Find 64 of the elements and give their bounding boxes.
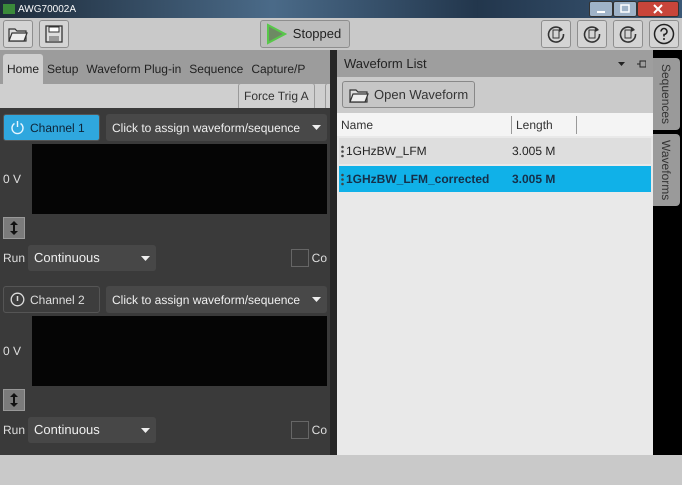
voltage-label: 0 V xyxy=(3,171,22,188)
waveform-length: 3.005 M xyxy=(512,171,556,188)
app-icon xyxy=(3,4,15,14)
column-header[interactable]: Length xyxy=(512,116,577,134)
help-icon xyxy=(653,23,675,45)
floppy-icon xyxy=(45,25,63,43)
checkbox-label: Co xyxy=(312,250,327,267)
run-button[interactable]: Stopped xyxy=(260,20,350,48)
up-down-arrow-icon xyxy=(10,221,18,235)
window-title: AWG70002A xyxy=(18,2,76,16)
up-down-arrow-icon xyxy=(10,393,18,407)
caret-icon xyxy=(312,297,321,302)
tab[interactable]: Sequence xyxy=(185,54,248,84)
toolbar-button[interactable] xyxy=(613,20,643,48)
run-label: Run xyxy=(3,250,26,267)
play-icon xyxy=(264,23,287,45)
tab[interactable]: Waveform Plug-in xyxy=(82,54,186,84)
caret-icon xyxy=(141,428,150,432)
assign-dropdown[interactable]: Click to assign waveform/sequence xyxy=(106,114,327,141)
caret-icon xyxy=(141,256,150,260)
power-icon xyxy=(10,292,25,307)
channel-button[interactable]: Channel 2 xyxy=(3,286,100,313)
folder-icon xyxy=(349,86,369,102)
checkbox[interactable] xyxy=(290,421,309,439)
run-mode-dropdown[interactable]: Continuous xyxy=(28,245,156,271)
tab[interactable]: Home xyxy=(3,54,44,84)
assign-dropdown[interactable]: Click to assign waveform/sequence xyxy=(106,286,327,313)
side-tab[interactable]: Waveforms xyxy=(653,134,680,206)
power-icon xyxy=(10,120,25,135)
save-button[interactable] xyxy=(39,20,69,48)
vertical-adjust-button[interactable] xyxy=(3,389,25,411)
side-tab[interactable]: Sequences xyxy=(653,58,680,130)
close-icon[interactable] xyxy=(637,1,679,17)
maximize-icon[interactable] xyxy=(613,1,637,17)
toolbar-button[interactable] xyxy=(577,20,607,48)
tab[interactable]: Setup xyxy=(43,54,82,84)
run-label: Run xyxy=(3,422,26,439)
open-waveform-button[interactable]: Open Waveform xyxy=(342,81,476,108)
panel-title: Waveform List xyxy=(344,54,427,73)
waveform-row[interactable]: 1GHzBW_LFM_corrected 3.005 M xyxy=(339,166,651,192)
waveform-row[interactable]: 1GHzBW_LFM 3.005 M xyxy=(339,138,651,164)
voltage-label: 0 V xyxy=(3,343,22,360)
minimize-icon[interactable] xyxy=(589,1,613,17)
drag-handle-icon xyxy=(339,144,346,158)
force-trig-button[interactable]: Force Trig A xyxy=(238,84,315,108)
open-button[interactable] xyxy=(3,20,33,48)
column-header[interactable]: Name xyxy=(337,116,512,134)
refresh-icon xyxy=(618,24,638,44)
vertical-adjust-button[interactable] xyxy=(3,217,25,239)
toolbar-button[interactable] xyxy=(541,20,571,48)
drag-handle-icon xyxy=(339,172,346,186)
open-folder-icon xyxy=(8,26,28,42)
checkbox[interactable] xyxy=(290,249,309,267)
caret-icon xyxy=(312,125,321,130)
help-button[interactable] xyxy=(649,20,679,48)
tab[interactable]: Capture/P xyxy=(247,54,310,84)
dropdown-icon[interactable] xyxy=(618,62,625,66)
waveform-name: 1GHzBW_LFM_corrected xyxy=(346,171,490,188)
pin-icon[interactable] xyxy=(637,60,646,68)
waveform-name: 1GHzBW_LFM xyxy=(346,143,428,160)
run-mode-dropdown[interactable]: Continuous xyxy=(28,417,156,443)
channel-button[interactable]: Channel 1 xyxy=(3,114,100,141)
waveform-length: 3.005 M xyxy=(512,143,556,160)
checkbox-label: Co xyxy=(312,422,327,439)
